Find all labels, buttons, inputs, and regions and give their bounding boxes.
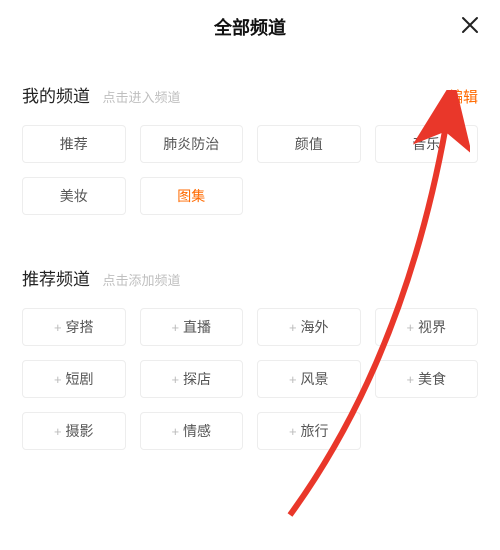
- plus-icon: +: [54, 424, 62, 439]
- recommended-channels-section: 推荐频道 点击添加频道 +穿搭+直播+海外+视界+短剧+探店+风景+美食+摄影+…: [0, 265, 500, 450]
- add-channel-chip[interactable]: + 风景: [257, 360, 361, 398]
- add-channel-chip-label: 美食: [418, 369, 446, 389]
- my-channels-head: 我的频道 点击进入频道 编辑: [22, 82, 478, 107]
- my-channels-hint: 点击进入频道: [102, 90, 180, 105]
- recommended-channels-hint: 点击添加频道: [102, 273, 180, 288]
- add-channel-chip[interactable]: + 美食: [375, 360, 479, 398]
- add-channel-chip-label: 直播: [183, 317, 211, 337]
- add-channel-chip[interactable]: + 探店: [140, 360, 244, 398]
- add-channel-chip-label: 海外: [301, 317, 329, 337]
- channel-chip[interactable]: 肺炎防治: [140, 125, 244, 163]
- recommended-channels-grid: + 穿搭 + 直播 + 海外 + 视界 + 短剧 + 探店 + 风景 + 美食 + 摄影 + 情感 + 旅行: [22, 308, 478, 450]
- add-channel-chip[interactable]: + 直播: [140, 308, 244, 346]
- channel-chip-label: 推荐: [60, 134, 88, 154]
- add-channel-chip-label: 视界: [418, 317, 446, 337]
- add-channel-chip-label: 穿搭: [66, 317, 94, 337]
- channel-chip[interactable]: 美妆: [22, 177, 126, 215]
- channel-chip[interactable]: 颜值: [257, 125, 361, 163]
- add-channel-chip-label: 情感: [183, 421, 211, 441]
- add-channel-chip[interactable]: + 旅行: [257, 412, 361, 450]
- plus-icon: +: [171, 424, 179, 439]
- edit-button[interactable]: 编辑: [448, 86, 478, 107]
- add-channel-chip-label: 摄影: [66, 421, 94, 441]
- plus-icon: +: [289, 424, 297, 439]
- channel-chip[interactable]: 音乐: [375, 125, 479, 163]
- add-channel-chip[interactable]: + 视界: [375, 308, 479, 346]
- plus-icon: +: [171, 372, 179, 387]
- channel-chip-label: 肺炎防治: [163, 134, 219, 154]
- plus-icon: +: [54, 372, 62, 387]
- plus-icon: +: [289, 320, 297, 335]
- add-channel-chip[interactable]: + 海外: [257, 308, 361, 346]
- plus-icon: +: [406, 372, 414, 387]
- recommended-channels-title: 推荐频道: [22, 270, 90, 289]
- plus-icon: +: [171, 320, 179, 335]
- channel-chip-label: 美妆: [60, 186, 88, 206]
- header: 全部频道: [0, 0, 500, 54]
- my-channels-grid: 推荐 肺炎防治 颜值 音乐美妆 图集: [22, 125, 478, 215]
- channel-chip[interactable]: 推荐: [22, 125, 126, 163]
- channel-chip[interactable]: 图集: [140, 177, 244, 215]
- add-channel-chip[interactable]: + 短剧: [22, 360, 126, 398]
- plus-icon: +: [406, 320, 414, 335]
- close-icon[interactable]: [460, 15, 480, 39]
- channel-chip-label: 颜值: [295, 134, 323, 154]
- page-title: 全部频道: [214, 14, 286, 40]
- add-channel-chip[interactable]: + 穿搭: [22, 308, 126, 346]
- plus-icon: +: [289, 372, 297, 387]
- add-channel-chip-label: 探店: [183, 369, 211, 389]
- my-channels-title: 我的频道: [22, 87, 90, 106]
- channel-chip-label: 音乐: [412, 134, 440, 154]
- plus-icon: +: [54, 320, 62, 335]
- channel-chip-label: 图集: [177, 186, 205, 206]
- recommended-channels-head: 推荐频道 点击添加频道: [22, 265, 478, 290]
- add-channel-chip[interactable]: + 摄影: [22, 412, 126, 450]
- add-channel-chip[interactable]: + 情感: [140, 412, 244, 450]
- add-channel-chip-label: 短剧: [66, 369, 94, 389]
- add-channel-chip-label: 旅行: [301, 421, 329, 441]
- my-channels-section: 我的频道 点击进入频道 编辑 推荐 肺炎防治 颜值 音乐美妆 图集: [0, 82, 500, 215]
- add-channel-chip-label: 风景: [301, 369, 329, 389]
